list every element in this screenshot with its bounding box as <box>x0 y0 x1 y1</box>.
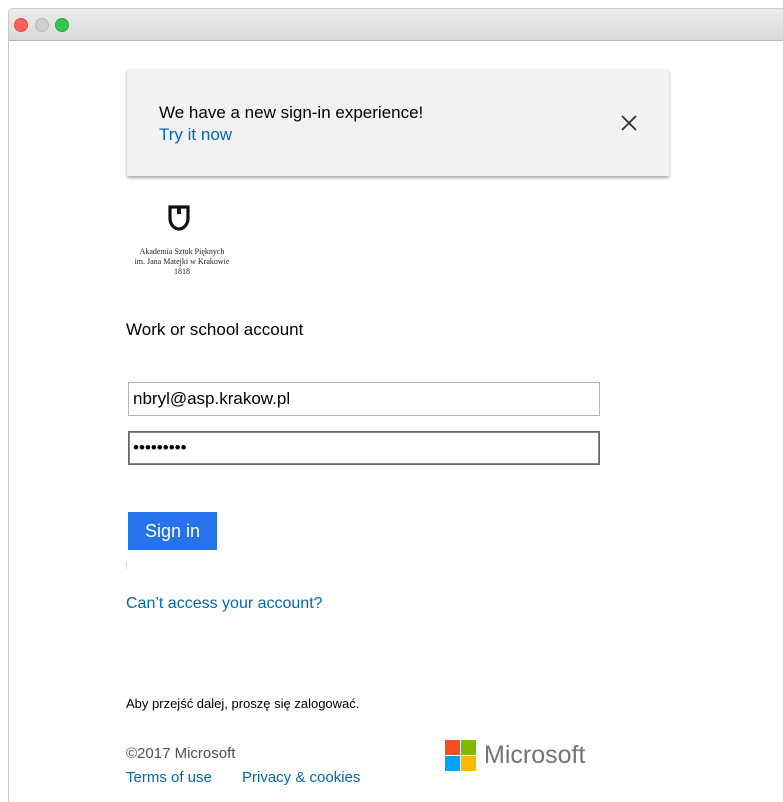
new-experience-banner: We have a new sign-in experience! Try it… <box>127 69 669 176</box>
logo-text-line-3: 1818 <box>174 267 190 276</box>
divider <box>126 561 127 569</box>
microsoft-square-blue <box>445 756 460 771</box>
copyright-text: ©2017 Microsoft <box>126 745 236 762</box>
microsoft-square-red <box>445 740 460 755</box>
microsoft-squares-icon <box>445 740 476 771</box>
logo-text-line-1: Akademia Sztuk Pięknych <box>139 247 225 256</box>
cant-access-account-link[interactable]: Can’t access your account? <box>126 595 323 613</box>
microsoft-logo: Microsoft <box>445 740 595 772</box>
title-bar <box>9 9 783 41</box>
window-zoom-button[interactable] <box>55 18 69 32</box>
form-heading: Work or school account <box>126 320 304 339</box>
banner-title: We have a new sign-in experience! <box>159 103 424 122</box>
email-field[interactable] <box>128 382 600 416</box>
close-icon[interactable] <box>619 113 639 133</box>
organization-logo: Akademia Sztuk Pięknych im. Jana Matejki… <box>121 205 251 285</box>
login-note: Aby przejść dalej, proszę się zalogować. <box>126 696 360 711</box>
logo-text-line-2: im. Jana Matejki w Krakowie <box>134 257 230 266</box>
browser-window: We have a new sign-in experience! Try it… <box>8 8 783 802</box>
microsoft-square-yellow <box>461 756 476 771</box>
shield-icon <box>168 205 190 231</box>
password-field[interactable] <box>128 431 600 465</box>
window-minimize-button[interactable] <box>35 18 49 32</box>
window-close-button[interactable] <box>14 18 28 32</box>
sign-in-button[interactable]: Sign in <box>128 512 217 550</box>
microsoft-wordmark: Microsoft <box>484 741 586 769</box>
privacy-cookies-link[interactable]: Privacy & cookies <box>242 769 360 786</box>
terms-of-use-link[interactable]: Terms of use <box>126 769 212 786</box>
try-it-now-link[interactable]: Try it now <box>159 125 232 145</box>
microsoft-square-green <box>461 740 476 755</box>
